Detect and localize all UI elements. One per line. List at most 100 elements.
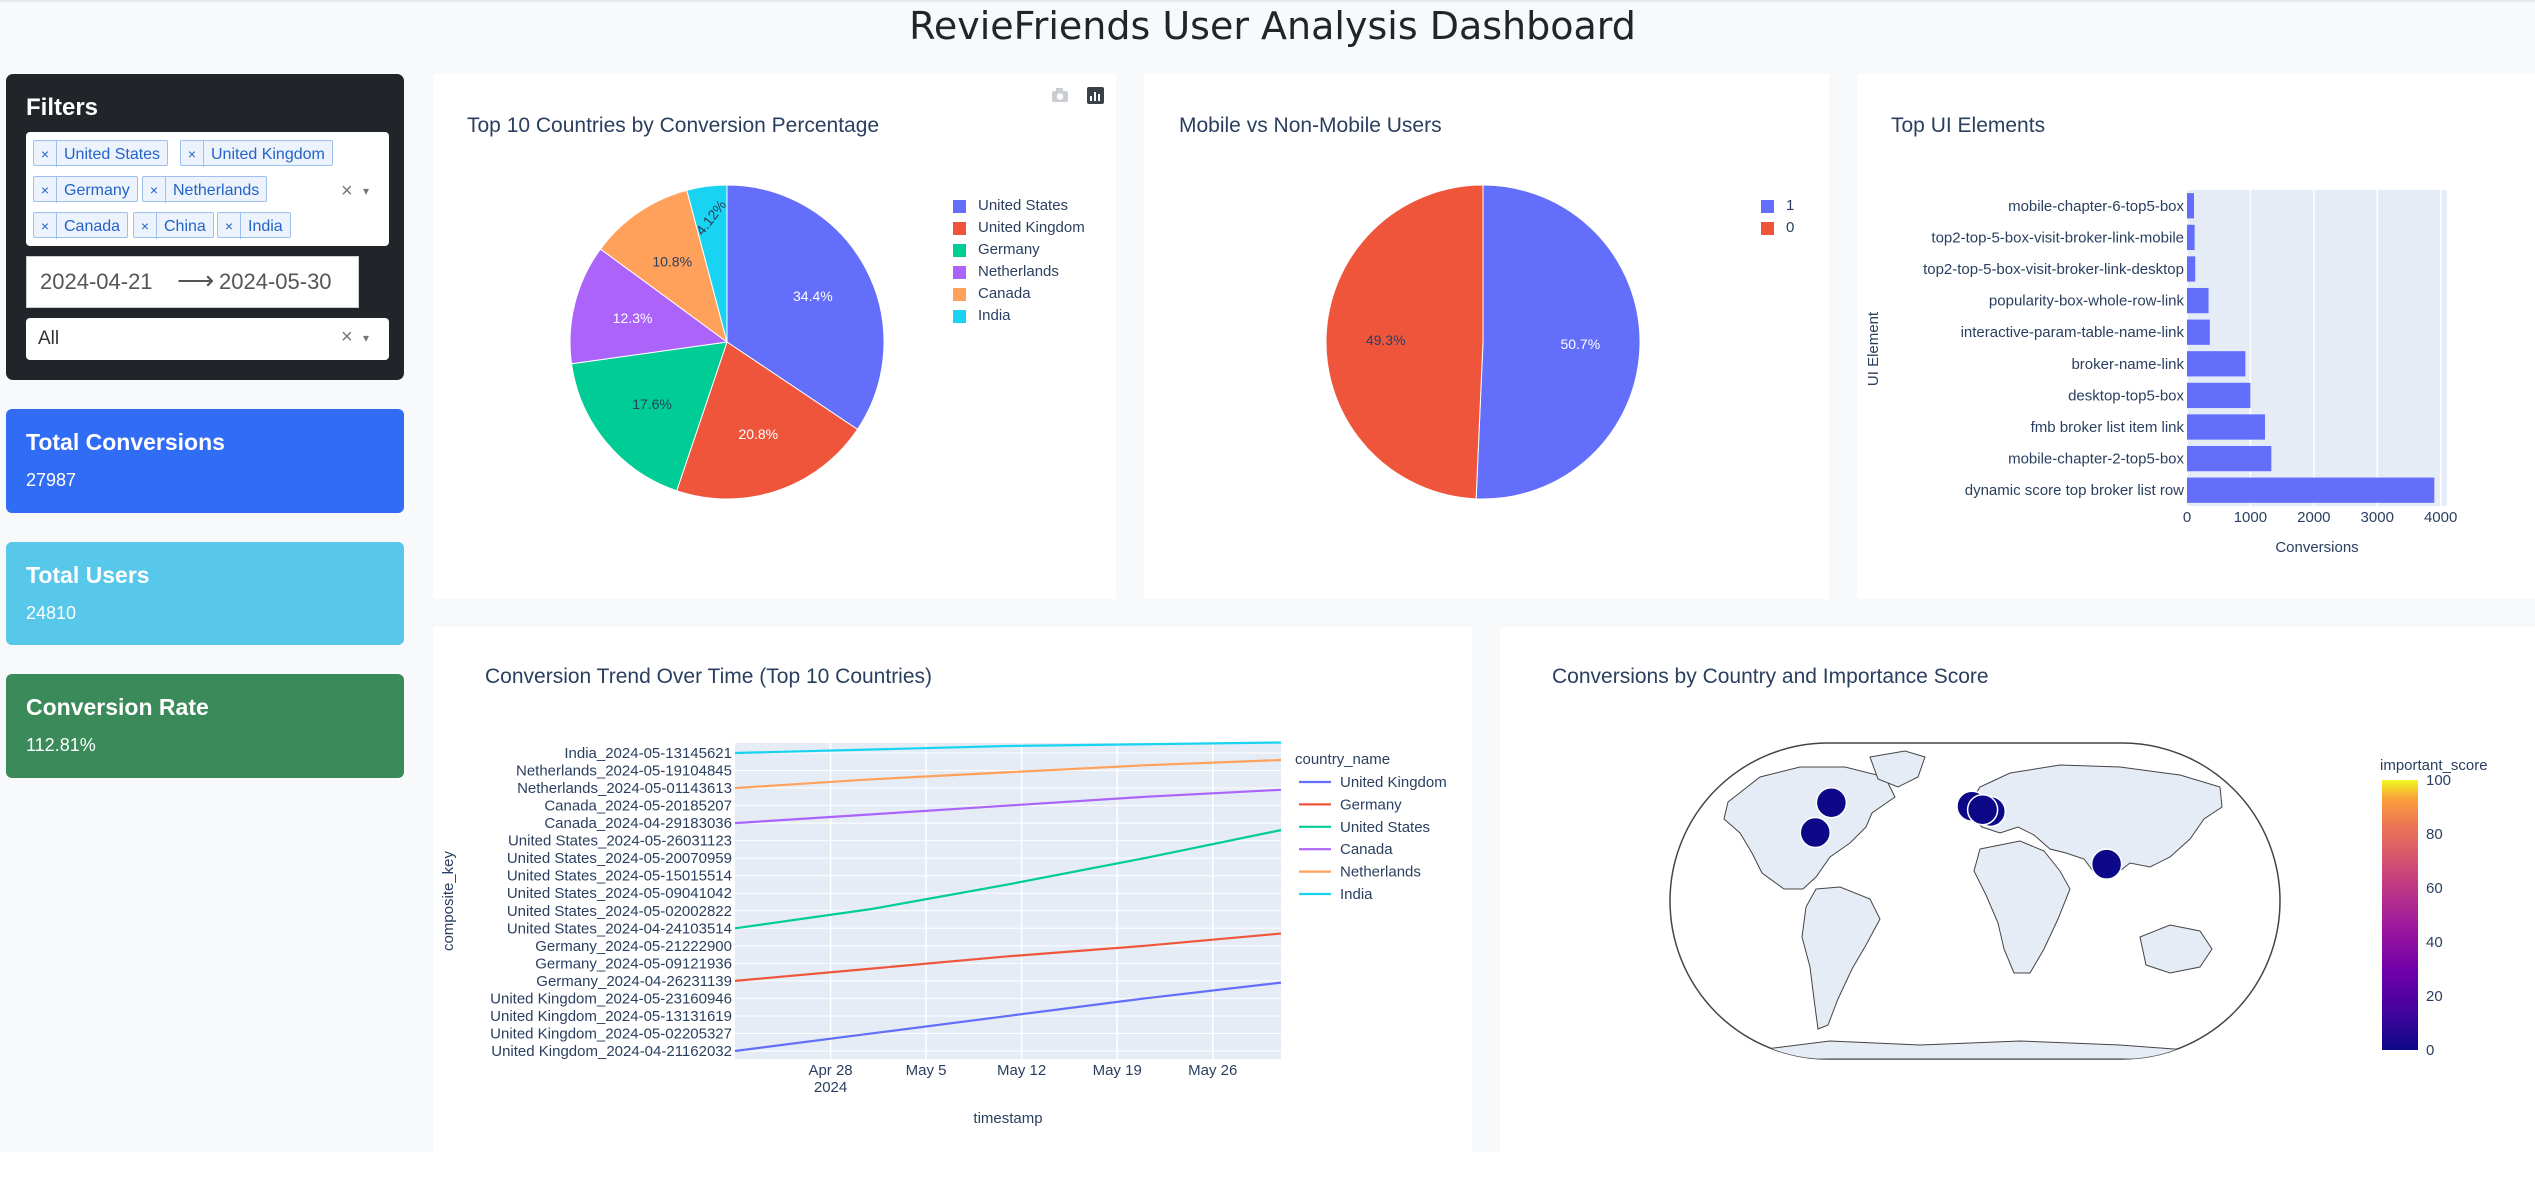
category-dropdown[interactable]: All × ▾ bbox=[26, 318, 389, 360]
colorbar-tick-label: 40 bbox=[2426, 934, 2443, 951]
legend-item[interactable]: 0 bbox=[1761, 219, 1794, 236]
x-tick-label: 4000 bbox=[2424, 509, 2457, 526]
x-tick-label: May 12 bbox=[997, 1062, 1046, 1079]
land-australia bbox=[2139, 924, 2213, 974]
x-tick-label: May 26 bbox=[1188, 1062, 1237, 1079]
legend-label[interactable]: Germany bbox=[1340, 796, 1402, 813]
bar[interactable] bbox=[2187, 224, 2195, 251]
legend-item[interactable]: Canada bbox=[953, 285, 1031, 302]
legend-item[interactable]: United States bbox=[953, 197, 1068, 214]
colorbar-tick-label: 60 bbox=[2426, 880, 2443, 897]
remove-tag-icon[interactable]: × bbox=[34, 213, 57, 239]
y-tick-label: mobile-chapter-2-top5-box bbox=[2008, 451, 2184, 468]
slice-label: 10.8% bbox=[652, 254, 692, 270]
country-tag-india: × India bbox=[217, 212, 291, 239]
legend-item[interactable]: India bbox=[953, 307, 1011, 324]
x-tick-label: 3000 bbox=[2361, 509, 2394, 526]
bar[interactable] bbox=[2187, 351, 2246, 377]
y-tick-label: United Kingdom_2024-05-13131619 bbox=[490, 1008, 732, 1025]
x-tick-label: 0 bbox=[2183, 509, 2191, 526]
slice-label: 17.6% bbox=[632, 396, 672, 412]
remove-tag-icon[interactable]: × bbox=[143, 177, 166, 203]
end-date-input[interactable]: 2024-05-30 bbox=[219, 269, 332, 295]
legend-item[interactable]: Netherlands bbox=[953, 263, 1059, 280]
y-tick-label: Germany_2024-04-26231139 bbox=[536, 973, 732, 990]
bar[interactable] bbox=[2187, 256, 2196, 282]
pie-slice[interactable] bbox=[1475, 184, 1641, 500]
bar[interactable] bbox=[2187, 382, 2251, 409]
country-marker[interactable] bbox=[2090, 848, 2123, 880]
filters-title: Filters bbox=[26, 94, 99, 121]
legend-label[interactable]: Canada bbox=[1340, 841, 1393, 858]
y-tick-label: United States_2024-05-15015514 bbox=[507, 868, 732, 885]
chevron-down-icon[interactable]: ▾ bbox=[363, 331, 369, 345]
legend-item[interactable]: United Kingdom bbox=[953, 219, 1085, 236]
legend-swatch bbox=[1761, 199, 1774, 213]
legend-label: United Kingdom bbox=[978, 219, 1085, 236]
bar[interactable] bbox=[2187, 445, 2272, 472]
slice-label: 12.3% bbox=[613, 310, 653, 326]
legend-label[interactable]: United States bbox=[1340, 819, 1430, 836]
remove-tag-icon[interactable]: × bbox=[34, 177, 57, 203]
card-value: 27987 bbox=[26, 470, 77, 490]
country-pie-panel: Top 10 Countries by Conversion Percentag… bbox=[433, 74, 1116, 599]
legend-label: Canada bbox=[978, 285, 1031, 302]
x-axis-title: timestamp bbox=[973, 1110, 1042, 1127]
colorbar-ticks: 100 80 60 40 20 0 bbox=[2426, 772, 2451, 1059]
remove-tag-icon[interactable]: × bbox=[181, 141, 204, 167]
legend-label[interactable]: India bbox=[1340, 886, 1373, 903]
bar[interactable] bbox=[2187, 414, 2265, 440]
legend-swatch bbox=[953, 287, 966, 301]
country-marker[interactable] bbox=[1815, 786, 1848, 819]
legend-swatch bbox=[953, 265, 966, 279]
bar[interactable] bbox=[2187, 287, 2209, 314]
country-tag-united-kingdom: × United Kingdom bbox=[180, 140, 333, 167]
mobile-pie-chart: 50.7% 49.3% bbox=[1325, 184, 1641, 500]
clear-icon[interactable]: × bbox=[341, 326, 353, 349]
y-tick-label: desktop-top5-box bbox=[2068, 387, 2184, 404]
remove-tag-icon[interactable]: × bbox=[134, 213, 157, 239]
legend-item[interactable]: Germany bbox=[953, 241, 1040, 258]
legend-label[interactable]: United Kingdom bbox=[1340, 774, 1447, 791]
bar[interactable] bbox=[2187, 319, 2210, 345]
mobile-pie-panel: Mobile vs Non-Mobile Users 50.7% 49.3% 10 bbox=[1144, 74, 1829, 599]
colorbar bbox=[2382, 780, 2418, 1050]
legend-label: Germany bbox=[978, 241, 1040, 258]
legend-swatch bbox=[953, 243, 966, 257]
bar[interactable] bbox=[2187, 193, 2194, 219]
plot-area bbox=[735, 743, 1281, 1059]
clear-all-icon[interactable]: × bbox=[341, 180, 353, 203]
trend-line-chart: United Kingdom_2024-04-21162032 United Ki… bbox=[440, 741, 1447, 1127]
legend-item[interactable]: 1 bbox=[1761, 197, 1794, 214]
country-marker[interactable] bbox=[1966, 793, 1999, 826]
card-value: 24810 bbox=[26, 603, 77, 623]
bar[interactable] bbox=[2187, 477, 2435, 503]
x-tick-year: 2024 bbox=[814, 1079, 847, 1096]
country-tag-canada: × Canada bbox=[33, 212, 129, 239]
remove-tag-icon[interactable]: × bbox=[218, 213, 241, 239]
remove-tag-icon[interactable]: × bbox=[34, 141, 57, 167]
y-tick-label: United Kingdom_2024-05-23160946 bbox=[490, 990, 732, 1007]
legend-label: Netherlands bbox=[978, 263, 1059, 280]
y-tick-label: Germany_2024-05-21222900 bbox=[535, 938, 732, 955]
country-marker[interactable] bbox=[1799, 816, 1832, 849]
start-date-input[interactable]: 2024-04-21 bbox=[40, 269, 153, 295]
page-title: RevieFriends User Analysis Dashboard bbox=[909, 4, 1636, 48]
y-tick-label: United Kingdom_2024-04-21162032 bbox=[491, 1043, 732, 1060]
world-map-chart: important_score 100806040200 bbox=[1669, 742, 2488, 1060]
y-tick-label: India_2024-05-13145621 bbox=[564, 745, 732, 762]
colorbar-tick-label: 100 bbox=[2426, 772, 2451, 789]
country-multiselect[interactable]: × United States × United Kingdom × Germany … bbox=[26, 132, 389, 246]
top-border bbox=[0, 0, 2535, 2]
colorbar-tick-label: 80 bbox=[2426, 826, 2443, 843]
x-tick-label: May 19 bbox=[1093, 1062, 1142, 1079]
chevron-down-icon[interactable]: ▾ bbox=[363, 184, 369, 198]
country-tag-china: × China bbox=[133, 212, 214, 239]
y-tick-label: interactive-param-table-name-link bbox=[1961, 324, 2185, 341]
colorbar-tick-label: 20 bbox=[2426, 988, 2443, 1005]
legend-label: 0 bbox=[1786, 219, 1795, 236]
y-tick-label: United States_2024-05-09041042 bbox=[507, 885, 732, 902]
y-tick-label: Germany_2024-05-09121936 bbox=[535, 955, 732, 972]
y-axis-title: composite_key bbox=[440, 850, 457, 951]
legend-label[interactable]: Netherlands bbox=[1340, 864, 1421, 881]
